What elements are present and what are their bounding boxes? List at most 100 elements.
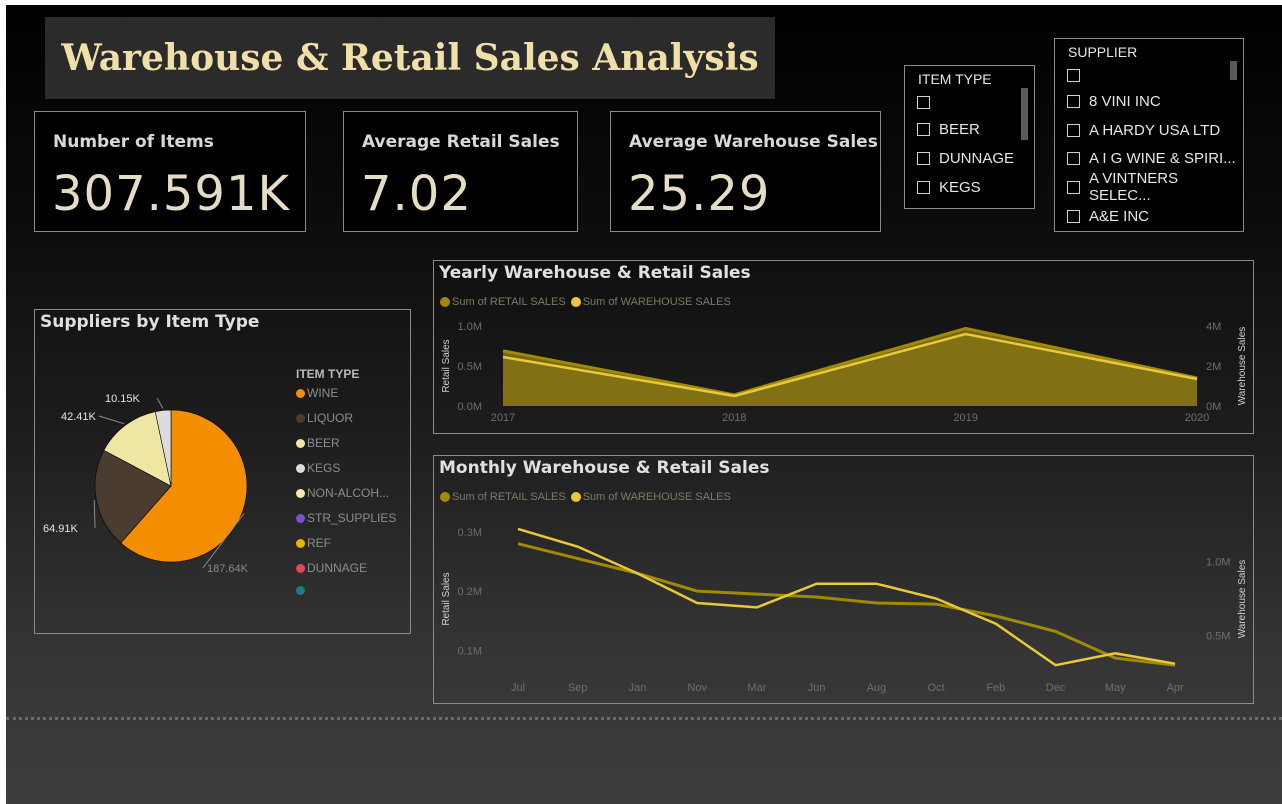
legend-dot <box>296 563 305 573</box>
slicer-item[interactable]: KEGS <box>917 178 981 196</box>
x-tick-label: 2019 <box>953 412 977 424</box>
slicer-item-label: A HARDY USA LTD <box>1089 121 1221 139</box>
slicer-item-label: A&E INC <box>1089 207 1150 225</box>
y2-tick-label: 1.0M <box>1206 556 1230 568</box>
slicer-item[interactable]: A I G WINE & SPIRI... <box>1067 149 1236 167</box>
x-tick-label: 2020 <box>1185 412 1209 424</box>
warehouse-line <box>517 527 1176 667</box>
legend-label: WINE <box>307 386 339 400</box>
legend-item[interactable] <box>296 586 307 595</box>
y2-tick-label: 0.5M <box>1206 631 1230 643</box>
legend-label: DUNNAGE <box>307 561 368 575</box>
legend-dot <box>296 586 305 595</box>
checkbox[interactable] <box>1067 151 1080 165</box>
legend-item[interactable]: DUNNAGE <box>296 561 367 575</box>
legend-item[interactable]: LIQUOR <box>296 411 353 425</box>
kpi-label: Average Retail Sales <box>362 132 560 152</box>
slicer-item[interactable]: A HARDY USA LTD <box>1067 121 1220 139</box>
checkbox[interactable] <box>1067 123 1080 137</box>
pie-leader-line <box>156 397 164 409</box>
y2-axis-label: Warehouse Sales <box>1237 327 1248 406</box>
pie-data-label: 64.91K <box>43 523 79 535</box>
slicer-header: SUPPLIER <box>1068 44 1138 60</box>
legend-label: NON-ALCOH... <box>307 486 390 500</box>
x-tick-label: Jun <box>808 682 826 694</box>
kpi-label: Number of Items <box>53 132 214 152</box>
item-type-slicer[interactable]: ITEM TYPE BEER DUNNAGE KEGS <box>904 65 1035 209</box>
slicer-item-label: BEER <box>939 120 980 138</box>
x-tick-label: Apr <box>1166 682 1183 694</box>
y2-tick-label: 2M <box>1206 361 1221 373</box>
pie-chart[interactable]: 187.64K 64.91K 42.41K 10.15K <box>35 310 410 633</box>
legend-title: ITEM TYPE <box>296 367 360 381</box>
supplier-slicer[interactable]: SUPPLIER 8 VINI INC A HARDY USA LTD A I … <box>1054 38 1244 232</box>
legend-dot <box>296 438 305 448</box>
pie-data-label: 10.15K <box>105 393 141 405</box>
y2-tick-label: 4M <box>1206 321 1221 333</box>
checkbox[interactable] <box>917 180 930 194</box>
slicer-item[interactable]: BEER <box>917 120 980 138</box>
report-title: Warehouse & Retail Sales Analysis <box>61 37 759 79</box>
y2-axis-label: Warehouse Sales <box>1237 560 1248 639</box>
legend-item[interactable]: NON-ALCOH... <box>296 486 389 500</box>
slicer-scrollbar[interactable] <box>1230 61 1237 80</box>
checkbox[interactable] <box>1067 209 1080 223</box>
legend-label: LIQUOR <box>307 411 354 425</box>
slicer-item-label: DUNNAGE <box>939 149 1015 167</box>
slicer-scrollbar[interactable] <box>1021 88 1028 140</box>
pie-chart-panel: Suppliers by Item Type 187.64K 64.91K 42.4… <box>34 309 411 634</box>
checkbox[interactable] <box>917 95 930 109</box>
monthly-chart-panel: Monthly Warehouse & Retail Sales Sum of … <box>433 455 1254 704</box>
legend-item[interactable]: BEER <box>296 436 340 450</box>
y-tick-label: 1.0M <box>458 321 482 333</box>
x-tick-label: Mar <box>747 682 766 694</box>
pie-data-label: 187.64K <box>207 563 249 575</box>
x-tick-label: May <box>1105 682 1126 694</box>
legend-dot <box>296 513 305 523</box>
slicer-item-label: A I G WINE & SPIRI... <box>1089 149 1236 167</box>
checkbox[interactable] <box>917 122 930 136</box>
divider <box>6 717 1282 720</box>
kpi-card-items[interactable]: Number of Items 307.591K <box>34 111 306 232</box>
y-tick-label: 0.1M <box>458 645 482 657</box>
slicer-item[interactable]: 8 VINI INC <box>1067 92 1161 110</box>
pie-leader-line <box>93 499 96 529</box>
slicer-item[interactable]: DUNNAGE <box>917 149 1014 167</box>
y-axis-label: Retail Sales <box>441 339 452 392</box>
y-tick-label: 0.3M <box>458 527 482 539</box>
slicer-item[interactable] <box>917 93 939 111</box>
y-axis-label: Retail Sales <box>441 572 452 625</box>
slicer-item-label: A VINTNERS SELEC... <box>1088 170 1179 204</box>
pie-data-label: 42.41K <box>61 411 97 423</box>
x-tick-label: 2017 <box>491 412 515 424</box>
checkbox[interactable] <box>1067 180 1080 194</box>
monthly-line-chart[interactable]: Retail Sales Warehouse Sales 0.3M 0.2M 0.1M 1… <box>434 456 1253 703</box>
kpi-value: 7.02 <box>361 166 472 222</box>
kpi-card-retail[interactable]: Average Retail Sales 7.02 <box>343 111 578 232</box>
x-tick-label: Jan <box>629 682 647 694</box>
slicer-item[interactable]: A&E INC <box>1067 207 1149 225</box>
legend-item[interactable]: WINE <box>296 386 338 400</box>
slicer-item-label: KEGS <box>939 178 981 196</box>
legend-item[interactable]: KEGS <box>296 461 340 475</box>
slicer-item-label: 8 VINI INC <box>1089 92 1161 110</box>
x-tick-label: Dec <box>1046 682 1066 694</box>
checkbox[interactable] <box>917 151 930 165</box>
slicer-header: ITEM TYPE <box>918 71 992 87</box>
legend-dot <box>296 488 305 498</box>
legend-label: STR_SUPPLIES <box>307 511 397 525</box>
legend-item[interactable]: REF <box>296 536 331 550</box>
legend-item[interactable]: STR_SUPPLIES <box>296 511 396 525</box>
legend-dot <box>296 463 305 473</box>
slicer-item[interactable]: A VINTNERS SELEC... <box>1067 170 1243 204</box>
x-tick-label: 2018 <box>722 412 746 424</box>
legend-label: KEGS <box>307 461 341 475</box>
checkbox[interactable] <box>1067 68 1080 82</box>
yearly-area-chart[interactable]: Retail Sales Warehouse Sales 1.0M 0.5M 0.0M 4… <box>434 261 1253 433</box>
slicer-item[interactable] <box>1067 66 1089 84</box>
kpi-card-warehouse[interactable]: Average Warehouse Sales 25.29 <box>610 111 881 232</box>
legend-label: BEER <box>307 436 340 450</box>
checkbox[interactable] <box>1067 94 1080 108</box>
x-tick-label: Oct <box>928 682 945 694</box>
report-title-box: Warehouse & Retail Sales Analysis <box>45 17 775 99</box>
